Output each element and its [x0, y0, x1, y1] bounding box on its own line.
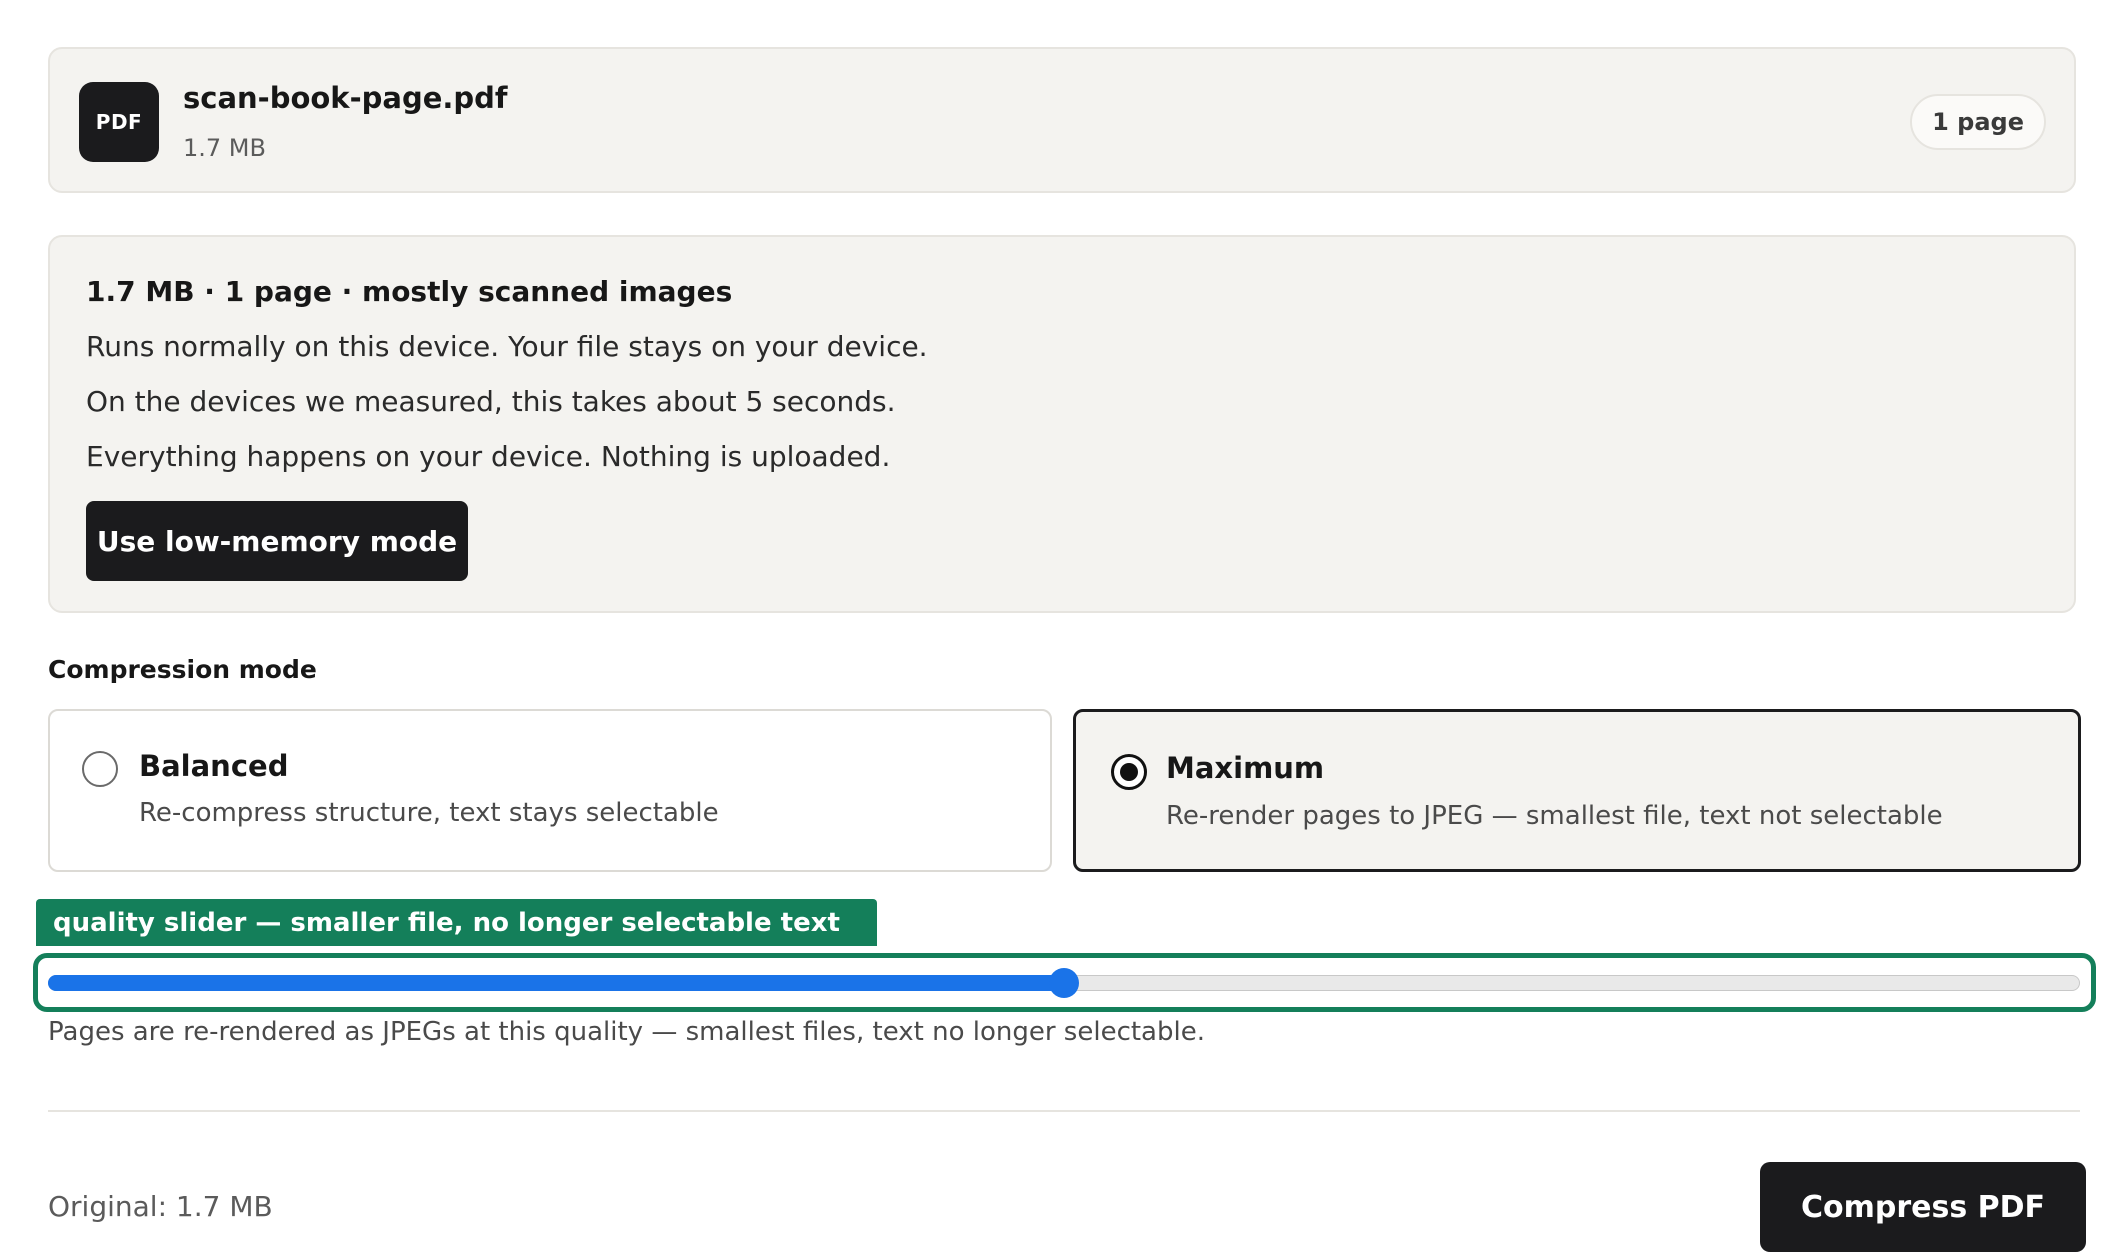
mode-option-balanced[interactable]: Balanced Re-compress structure, text sta…: [48, 709, 1052, 872]
info-line-privacy: Everything happens on your device. Nothi…: [86, 440, 891, 473]
mode-desc-balanced: Re-compress structure, text stays select…: [139, 798, 719, 828]
compression-mode-label: Compression mode: [48, 655, 317, 684]
divider: [48, 1110, 2080, 1112]
mode-desc-maximum: Re-render pages to JPEG — smallest file,…: [1166, 801, 1943, 831]
radio-selected-icon[interactable]: [1111, 754, 1147, 790]
file-name: scan-book-page.pdf: [183, 81, 508, 115]
quality-slider-fill: [48, 975, 1064, 991]
compress-pdf-button[interactable]: Compress PDF: [1760, 1162, 2086, 1252]
pdf-file-icon: PDF: [79, 82, 159, 162]
device-info-card: 1.7 MB · 1 page · mostly scanned images …: [48, 235, 2076, 613]
file-summary: 1.7 MB · 1 page · mostly scanned images: [86, 275, 733, 308]
mode-title-balanced: Balanced: [139, 749, 289, 783]
info-line-duration: On the devices we measured, this takes a…: [86, 385, 896, 418]
quality-slider-help: Pages are re-rendered as JPEGs at this q…: [48, 1017, 1205, 1047]
mode-option-maximum[interactable]: Maximum Re-render pages to JPEG — smalle…: [1073, 709, 2081, 872]
file-size: 1.7 MB: [183, 134, 266, 162]
radio-dot: [1120, 763, 1138, 781]
page-count-badge: 1 page: [1910, 94, 2046, 150]
original-size: Original: 1.7 MB: [48, 1190, 273, 1223]
quality-slider-thumb[interactable]: [1049, 968, 1079, 998]
info-line-runs: Runs normally on this device. Your file …: [86, 330, 928, 363]
radio-unselected-icon[interactable]: [82, 751, 118, 787]
mode-title-maximum: Maximum: [1166, 751, 1325, 785]
low-memory-mode-button[interactable]: Use low-memory mode: [86, 501, 468, 581]
annotation-tag: quality slider — smaller file, no longer…: [36, 899, 877, 946]
file-card: PDF scan-book-page.pdf 1.7 MB 1 page: [48, 47, 2076, 193]
